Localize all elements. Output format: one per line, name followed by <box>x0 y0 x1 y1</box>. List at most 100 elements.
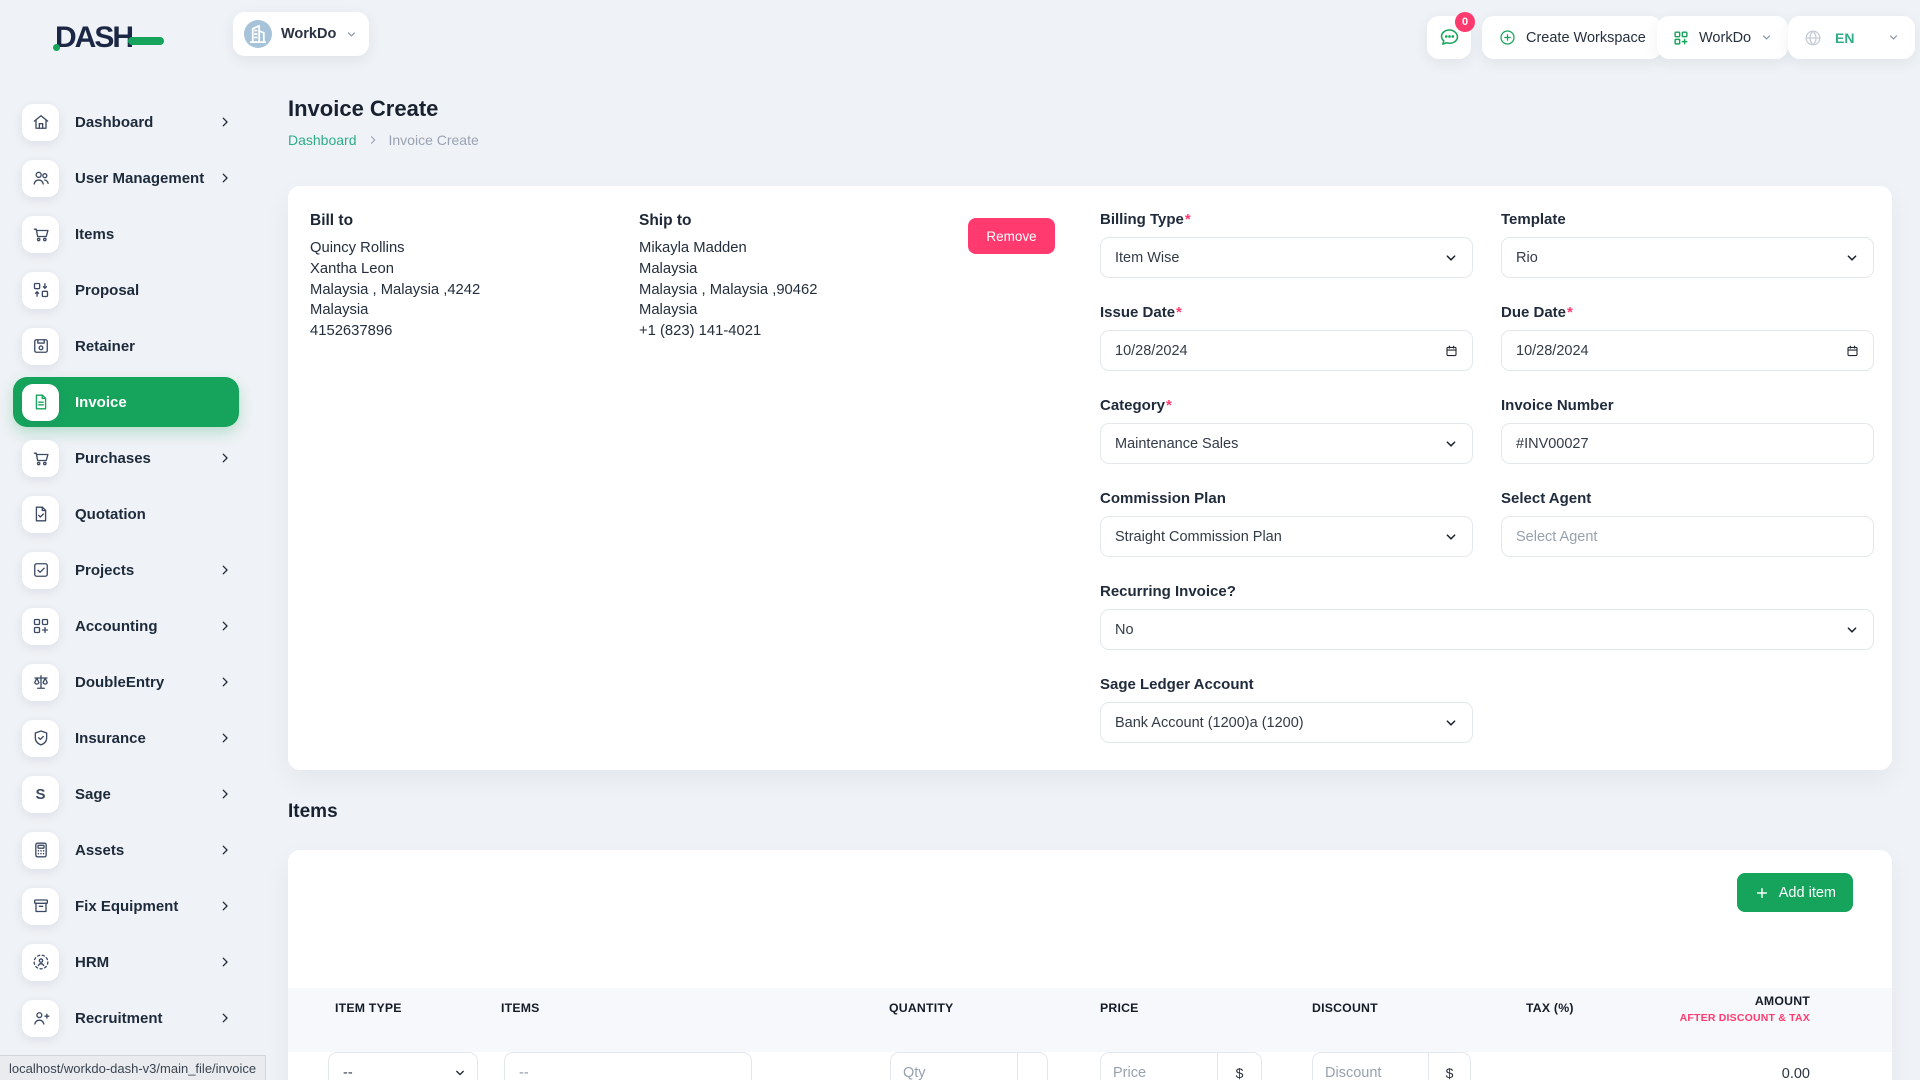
item-type-select[interactable]: -- <box>328 1052 478 1080</box>
category-select[interactable]: Maintenance Sales <box>1100 423 1473 464</box>
invoice-number-input[interactable] <box>1516 436 1835 452</box>
select-agent-input[interactable] <box>1516 529 1835 545</box>
recurring-invoice-select[interactable]: No <box>1100 609 1874 650</box>
sidebar-item-proposal[interactable]: Proposal <box>0 262 264 318</box>
ship-to-block: Ship to Mikayla MaddenMalaysiaMalaysia ,… <box>639 212 817 342</box>
sidebar-item-hrm[interactable]: HRM <box>0 934 264 990</box>
chevron-right-icon <box>218 1011 232 1025</box>
sidebar-item-sage[interactable]: SSage <box>0 766 264 822</box>
sidebar-item-label: Invoice <box>75 394 127 411</box>
projects-icon <box>31 560 51 580</box>
billing-type-select[interactable]: Item Wise <box>1100 237 1473 278</box>
price-input-group: $ <box>1100 1052 1262 1080</box>
sidebar-icon-card <box>22 832 59 869</box>
sidebar-item-assets[interactable]: Assets <box>0 822 264 878</box>
field-sage-ledger-account: Sage Ledger Account Bank Account (1200)a … <box>1100 676 1473 743</box>
sage-ledger-account-select[interactable]: Bank Account (1200)a (1200) <box>1100 702 1473 743</box>
column-header-discount: DISCOUNT <box>1312 1001 1378 1015</box>
issue-date-input[interactable]: 10/28/2024 <box>1100 330 1473 371</box>
sidebar-item-label: Projects <box>75 562 134 579</box>
required-asterisk: * <box>1185 211 1191 228</box>
column-header-items: ITEMS <box>501 1001 540 1015</box>
home-icon <box>31 112 51 132</box>
invoice-details-card: Bill to Quincy RollinsXantha LeonMalaysi… <box>288 186 1892 770</box>
field-issue-date: Issue Date*10/28/2024 <box>1100 304 1473 371</box>
column-header-quantity: QUANTITY <box>889 1001 953 1015</box>
recruitment-icon <box>31 1008 51 1028</box>
assets-icon <box>31 840 51 860</box>
chat-button[interactable]: 0 <box>1427 16 1471 59</box>
grid-plus-icon <box>1672 29 1690 47</box>
recurring-invoice-value: No <box>1115 622 1134 638</box>
template-select[interactable]: Rio <box>1501 237 1874 278</box>
quantity-input[interactable] <box>891 1053 1017 1080</box>
sidebar-icon-card <box>22 664 59 701</box>
sage-ledger-account-label: Sage Ledger Account <box>1100 676 1473 695</box>
items-select[interactable]: -- <box>504 1052 752 1080</box>
field-recurring-invoice: Recurring Invoice?No <box>1100 583 1874 650</box>
commission-plan-label: Commission Plan <box>1100 490 1473 509</box>
chevron-right-icon <box>367 134 379 146</box>
field-template: TemplateRio <box>1501 211 1874 278</box>
sidebar-icon-card <box>22 440 59 477</box>
sidebar-item-dashboard[interactable]: Dashboard <box>0 94 264 150</box>
sidebar-item-projects[interactable]: Projects <box>0 542 264 598</box>
sidebar-item-items[interactable]: Items <box>0 206 264 262</box>
sidebar-item-insurance[interactable]: Insurance <box>0 710 264 766</box>
sidebar-item-label: Dashboard <box>75 114 153 131</box>
proposal-icon <box>31 280 51 300</box>
discount-input[interactable] <box>1313 1053 1428 1080</box>
due-date-input[interactable]: 10/28/2024 <box>1501 330 1874 371</box>
quotation-icon <box>31 504 51 524</box>
language-button[interactable]: EN <box>1788 16 1915 59</box>
sidebar-item-label: Sage <box>75 786 111 803</box>
chat-icon <box>1438 26 1461 49</box>
workdo-menu-label: WorkDo <box>1699 30 1751 46</box>
sidebar-item-accounting[interactable]: Accounting <box>0 598 264 654</box>
issue-date-value: 10/28/2024 <box>1115 343 1188 359</box>
sidebar-icon-card <box>22 552 59 589</box>
sidebar-item-quotation[interactable]: Quotation <box>0 486 264 542</box>
column-header-tax: TAX (%) <box>1526 1001 1574 1015</box>
sidebar-item-doubleentry[interactable]: DoubleEntry <box>0 654 264 710</box>
commission-plan-select[interactable]: Straight Commission Plan <box>1100 516 1473 557</box>
chevron-right-icon <box>218 563 232 577</box>
sidebar-item-recruitment[interactable]: Recruitment <box>0 990 264 1046</box>
select-agent-label: Select Agent <box>1501 490 1874 509</box>
remove-button[interactable]: Remove <box>968 218 1055 254</box>
bill-to-line: Quincy Rollins <box>310 238 480 259</box>
sidebar-item-retainer[interactable]: Retainer <box>0 318 264 374</box>
add-item-label: Add item <box>1779 885 1836 901</box>
sage-ledger-account-value: Bank Account (1200)a (1200) <box>1115 715 1304 731</box>
price-input[interactable] <box>1101 1053 1217 1080</box>
sidebar-icon-card <box>22 888 59 925</box>
bill-to-line: Malaysia <box>310 300 480 321</box>
invoice-number-input[interactable] <box>1501 423 1874 464</box>
users-icon <box>31 168 51 188</box>
chevron-down-icon <box>1844 622 1860 638</box>
due-date-label: Due Date* <box>1501 304 1874 323</box>
breadcrumb-dashboard-link[interactable]: Dashboard <box>288 132 357 148</box>
workspace-switcher[interactable]: WorkDo <box>233 12 369 56</box>
sidebar-item-label: Items <box>75 226 114 243</box>
sidebar-item-invoice[interactable]: Invoice <box>0 374 264 430</box>
quantity-suffix <box>1017 1053 1047 1080</box>
chevron-down-icon <box>453 1066 467 1080</box>
workdo-menu-button[interactable]: WorkDo <box>1657 16 1788 59</box>
workspace-avatar <box>244 20 272 48</box>
logo-accent-dot <box>53 44 60 51</box>
add-item-button[interactable]: Add item <box>1737 873 1853 912</box>
chevron-right-icon <box>218 675 232 689</box>
sidebar-item-fix-equipment[interactable]: Fix Equipment <box>0 878 264 934</box>
sidebar-item-user-management[interactable]: User Management <box>0 150 264 206</box>
sidebar-item-purchases[interactable]: Purchases <box>0 430 264 486</box>
app-logo[interactable]: DASH <box>55 21 164 55</box>
select-agent-input[interactable] <box>1501 516 1874 557</box>
sidebar-nav: Dashboard User Management Items ProposalRet… <box>0 94 264 1046</box>
create-workspace-button[interactable]: Create Workspace <box>1482 16 1662 59</box>
commission-plan-value: Straight Commission Plan <box>1115 529 1282 545</box>
chevron-right-icon <box>218 787 232 801</box>
field-invoice-number: Invoice Number <box>1501 397 1874 464</box>
sidebar-icon-card <box>22 608 59 645</box>
sidebar-icon-card <box>22 1000 59 1037</box>
